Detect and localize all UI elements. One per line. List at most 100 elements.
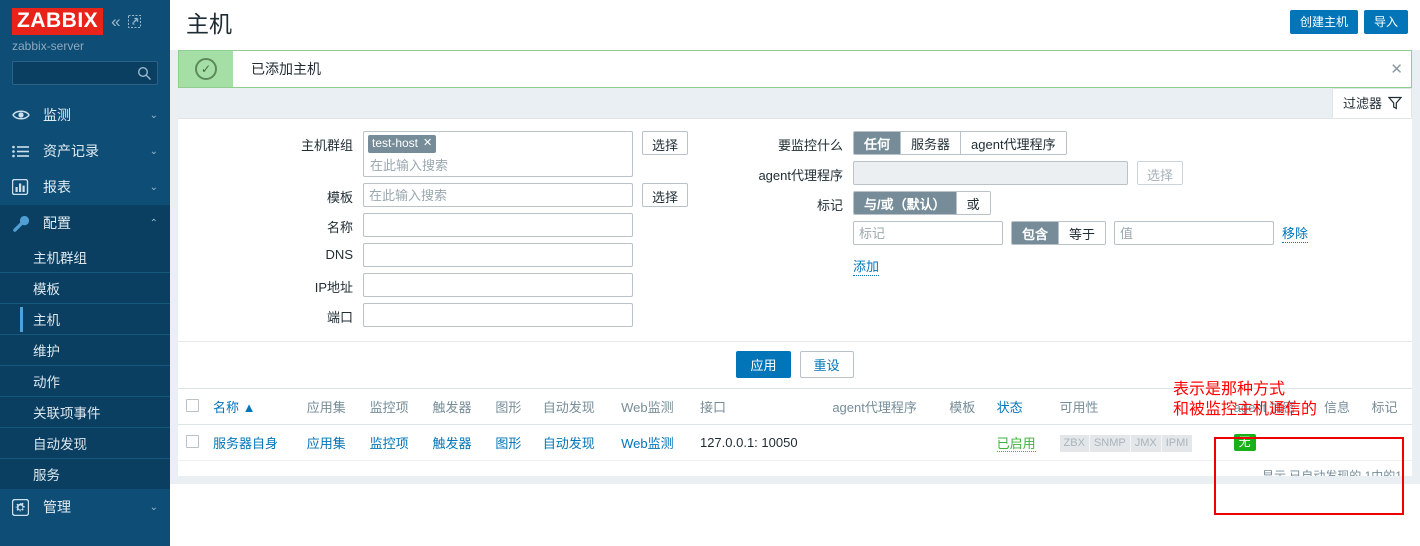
- tags-evaltype-segmented[interactable]: 与/或（默认） 或: [853, 191, 991, 215]
- monitored-by-option-proxy[interactable]: agent代理程序: [960, 132, 1066, 154]
- add-tag-spacer: [708, 256, 853, 260]
- search-input[interactable]: [13, 62, 157, 84]
- select-all-checkbox[interactable]: [186, 398, 199, 412]
- sidebar-item-hosts[interactable]: 主机: [0, 303, 170, 334]
- cell-web: Web监测: [614, 424, 693, 461]
- sidebar-item-discovery[interactable]: 自动发现: [0, 427, 170, 458]
- filter-row-tags-evaltype: 标记 与/或（默认） 或: [708, 191, 1412, 215]
- apply-button[interactable]: 应用: [736, 351, 791, 378]
- sidebar-item-event-correlation[interactable]: 关联项事件: [0, 396, 170, 427]
- check-circle-icon: ✓: [195, 58, 217, 80]
- cell-proxy: [825, 424, 943, 461]
- submenu-item-label: 关联项事件: [33, 406, 101, 421]
- proxy-input[interactable]: [853, 161, 1128, 185]
- column-header-status[interactable]: 状态: [989, 389, 1053, 425]
- tag-operator-option-contains[interactable]: 包含: [1012, 222, 1059, 244]
- templates-input[interactable]: [363, 183, 633, 207]
- availability-ipmi[interactable]: IPMI: [1161, 434, 1193, 452]
- tag-name-input[interactable]: [853, 221, 1003, 245]
- host-name-link[interactable]: 服务器自身: [213, 436, 278, 451]
- sidebar-item-label: 管理: [43, 499, 71, 515]
- tags-evaltype-option-andor[interactable]: 与/或（默认）: [854, 192, 956, 214]
- tag-operator-segmented[interactable]: 包含 等于: [1011, 221, 1107, 245]
- items-link[interactable]: 监控项: [370, 436, 409, 451]
- sidebar-item-inventory[interactable]: 资产记录 ⌄: [0, 133, 170, 169]
- cell-graphs: 图形: [488, 424, 536, 461]
- table-row: 服务器自身 应用集 监控项 触发器 图形 自动发现 Web监测 127.0.0.…: [178, 424, 1412, 461]
- chevron-down-icon: ⌄: [149, 109, 158, 121]
- cell-tags: [1364, 424, 1412, 461]
- bottom-strip: [170, 476, 1420, 484]
- column-header-availability: 可用性: [1052, 389, 1227, 425]
- triggers-link[interactable]: 触发器: [432, 436, 471, 451]
- add-tag-link[interactable]: 添加: [853, 256, 880, 276]
- templates-select-button[interactable]: 选择: [642, 183, 689, 207]
- content-area: ✓ 已添加主机 ✕ 过滤器 主机群组 test-host ✕ 在此输入搜索 选择…: [170, 50, 1420, 484]
- create-host-button[interactable]: 创建主机: [1289, 10, 1358, 34]
- encryption-badge: 无: [1233, 434, 1256, 451]
- availability-snmp[interactable]: SNMP: [1089, 434, 1131, 452]
- sidebar-item-maintenance[interactable]: 维护: [0, 334, 170, 365]
- sidebar-submenu-configuration: 主机群组 模板 主机 维护 动作 关联项事件 自动发现 服务: [0, 241, 170, 489]
- sidebar-item-reports[interactable]: 报表 ⌄: [0, 169, 170, 205]
- cell-triggers: 触发器: [425, 424, 489, 461]
- ip-label: IP地址: [314, 280, 353, 295]
- proxy-label: agent代理程序: [758, 168, 843, 183]
- applications-link[interactable]: 应用集: [307, 436, 346, 451]
- filter-tab-label: 过滤器: [1342, 96, 1382, 111]
- chevron-double-left-icon[interactable]: «: [111, 13, 120, 30]
- host-group-chip[interactable]: test-host ✕: [368, 135, 437, 153]
- sidebar-item-services[interactable]: 服务: [0, 458, 170, 489]
- availability-jmx[interactable]: JMX: [1130, 434, 1162, 452]
- search-icon[interactable]: [137, 66, 152, 81]
- sidebar-item-templates[interactable]: 模板: [0, 272, 170, 303]
- remove-tag-link[interactable]: 移除: [1282, 223, 1309, 243]
- sidebar-item-actions[interactable]: 动作: [0, 365, 170, 396]
- proxy-select-button[interactable]: 选择: [1137, 161, 1184, 185]
- zabbix-logo: ZABBIX: [12, 7, 104, 35]
- tab-filter[interactable]: 过滤器: [1331, 88, 1412, 118]
- filter-actions: 应用 重设: [178, 341, 1412, 388]
- close-icon[interactable]: ✕: [1390, 51, 1411, 87]
- tag-operator-option-equals[interactable]: 等于: [1058, 222, 1106, 244]
- name-input[interactable]: [363, 213, 633, 237]
- server-name: zabbix-server: [12, 39, 85, 53]
- sidebar-item-host-groups[interactable]: 主机群组: [0, 241, 170, 272]
- reset-button[interactable]: 重设: [799, 351, 854, 378]
- sidebar-logo-row: ZABBIX «: [0, 0, 170, 35]
- sidebar-item-administration[interactable]: 管理 ⌄: [0, 489, 170, 525]
- host-groups-select-button[interactable]: 选择: [642, 131, 689, 155]
- monitored-by-option-server[interactable]: 服务器: [900, 132, 961, 154]
- port-input[interactable]: [363, 303, 633, 327]
- filter-row-monitored-by: 要监控什么 任何 服务器 agent代理程序: [708, 131, 1412, 155]
- chevron-down-icon: ⌄: [149, 145, 158, 157]
- tag-value-input[interactable]: [1114, 221, 1275, 245]
- filter-row-dns: DNS: [178, 243, 708, 267]
- sidebar-menu: 监测 ⌄ 资产记录 ⌄ 报表 ⌄ 配置 ⌃ 主机群组 模板 主机 维护 动作 关…: [0, 97, 170, 525]
- sidebar-search: [0, 53, 170, 85]
- availability-zbx[interactable]: ZBX: [1059, 434, 1090, 452]
- dns-input[interactable]: [363, 243, 633, 267]
- import-button[interactable]: 导入: [1363, 10, 1408, 34]
- graphs-link[interactable]: 图形: [495, 436, 521, 451]
- chevron-up-icon: ⌃: [149, 217, 158, 229]
- status-badge[interactable]: 已启用: [996, 436, 1036, 452]
- discovery-link[interactable]: 自动发现: [543, 436, 595, 451]
- expand-icon[interactable]: [127, 14, 141, 28]
- host-groups-multiselect[interactable]: test-host ✕ 在此输入搜索: [363, 131, 633, 177]
- tags-evaltype-option-or[interactable]: 或: [955, 192, 990, 214]
- column-header-name[interactable]: 名称 ▲: [206, 389, 300, 425]
- monitored-by-segmented[interactable]: 任何 服务器 agent代理程序: [853, 131, 1067, 155]
- host-group-chip-label: test-host: [372, 136, 419, 150]
- ip-input[interactable]: [363, 273, 633, 297]
- monitored-by-option-any[interactable]: 任何: [854, 132, 901, 154]
- sidebar-item-configuration[interactable]: 配置 ⌃: [0, 205, 170, 241]
- sidebar-item-monitoring[interactable]: 监测 ⌄: [0, 97, 170, 133]
- availability-badges: ZBX SNMP JMX IPMI: [1059, 434, 1193, 452]
- remove-chip-icon[interactable]: ✕: [423, 136, 432, 151]
- gear-icon: [12, 498, 34, 516]
- filter-row-port: 端口: [178, 303, 708, 327]
- column-header-items: 监控项: [362, 389, 426, 425]
- web-link[interactable]: Web监测: [621, 436, 674, 451]
- row-checkbox[interactable]: [186, 434, 199, 448]
